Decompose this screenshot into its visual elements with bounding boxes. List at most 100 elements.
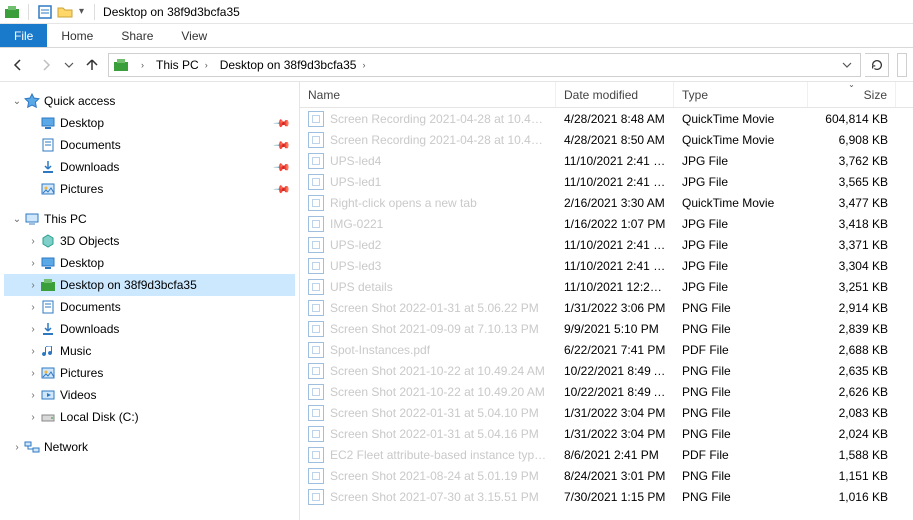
expand-icon[interactable]: ›: [26, 280, 40, 291]
cell-type: PDF File: [674, 343, 808, 357]
column-header-type[interactable]: Type: [674, 82, 808, 107]
file-row[interactable]: UPS-led111/10/2021 2:41 PMJPG File3,565 …: [300, 171, 913, 192]
cell-type: JPG File: [674, 259, 808, 273]
file-name: Screen Shot 2021-08-24 at 5.01.19 PM: [330, 469, 539, 483]
expand-icon[interactable]: ›: [26, 390, 40, 401]
nav-quick-access-item[interactable]: ›Pictures📌: [4, 178, 295, 200]
file-row[interactable]: Screen Shot 2021-08-24 at 5.01.19 PM8/24…: [300, 465, 913, 486]
search-box[interactable]: [897, 53, 907, 77]
file-row[interactable]: Screen Shot 2021-10-22 at 10.49.20 AM10/…: [300, 381, 913, 402]
nav-this-pc-item[interactable]: ›Documents: [4, 296, 295, 318]
qat-dropdown-icon[interactable]: ▾: [77, 6, 86, 17]
breadcrumb-this-pc[interactable]: This PC›: [152, 58, 212, 72]
file-name: Spot-Instances.pdf: [330, 343, 430, 357]
column-header-date[interactable]: Date modified: [556, 82, 674, 107]
file-row[interactable]: Screen Shot 2021-10-22 at 10.49.24 AM10/…: [300, 360, 913, 381]
file-name: Screen Shot 2021-09-09 at 7.10.13 PM: [330, 322, 539, 336]
tab-share[interactable]: Share: [107, 24, 167, 47]
file-row[interactable]: UPS details11/10/2021 12:21 ...JPG File3…: [300, 276, 913, 297]
file-row[interactable]: UPS-led411/10/2021 2:41 PMJPG File3,762 …: [300, 150, 913, 171]
pin-icon: 📌: [273, 180, 292, 199]
tab-home[interactable]: Home: [47, 24, 107, 47]
expand-icon[interactable]: ›: [26, 258, 40, 269]
file-row[interactable]: EC2 Fleet attribute-based instance type …: [300, 444, 913, 465]
folder-icon[interactable]: [57, 4, 73, 20]
expand-icon[interactable]: ›: [26, 368, 40, 379]
file-row[interactable]: Spot-Instances.pdf6/22/2021 7:41 PMPDF F…: [300, 339, 913, 360]
location-icon: [113, 57, 129, 73]
breadcrumb-current[interactable]: Desktop on 38f9d3bcfa35›: [216, 58, 370, 72]
tab-file[interactable]: File: [0, 24, 47, 47]
cell-type: QuickTime Movie: [674, 112, 808, 126]
nav-quick-access-item[interactable]: ›Desktop📌: [4, 112, 295, 134]
file-row[interactable]: IMG-02211/16/2022 1:07 PMJPG File3,418 K…: [300, 213, 913, 234]
file-icon: [308, 258, 324, 274]
column-header-size[interactable]: ⌄ Size: [808, 82, 896, 107]
expand-icon[interactable]: ›: [26, 346, 40, 357]
properties-icon[interactable]: [37, 4, 53, 20]
expand-icon[interactable]: ›: [26, 236, 40, 247]
nav-this-pc-item[interactable]: ›3D Objects: [4, 230, 295, 252]
nav-quick-access-item[interactable]: ›Documents📌: [4, 134, 295, 156]
file-row[interactable]: Screen Shot 2021-09-09 at 7.10.13 PM9/9/…: [300, 318, 913, 339]
nav-this-pc-item[interactable]: ›Pictures: [4, 362, 295, 384]
cell-type: JPG File: [674, 175, 808, 189]
file-row[interactable]: UPS-led311/10/2021 2:41 PMJPG File3,304 …: [300, 255, 913, 276]
nav-this-pc-item[interactable]: ›Local Disk (C:): [4, 406, 295, 428]
file-icon: [308, 279, 324, 295]
cell-size: 3,418 KB: [808, 217, 896, 231]
file-row[interactable]: Screen Shot 2021-07-30 at 3.15.51 PM7/30…: [300, 486, 913, 507]
file-row[interactable]: Right-click opens a new tab2/16/2021 3:3…: [300, 192, 913, 213]
file-row[interactable]: Screen Shot 2022-01-31 at 5.04.16 PM1/31…: [300, 423, 913, 444]
nav-this-pc-item[interactable]: ›Music: [4, 340, 295, 362]
recent-locations-dropdown[interactable]: [62, 53, 76, 77]
column-header-name[interactable]: Name: [300, 82, 556, 107]
cell-size: 2,635 KB: [808, 364, 896, 378]
cell-date: 11/10/2021 2:41 PM: [556, 154, 674, 168]
file-list-pane: Name Date modified Type ⌄ Size Screen Re…: [300, 82, 913, 520]
nav-this-pc[interactable]: ⌄ This PC: [4, 208, 295, 230]
cell-type: PDF File: [674, 448, 808, 462]
expand-icon[interactable]: ›: [26, 324, 40, 335]
breadcrumb-root[interactable]: ›: [133, 60, 148, 70]
file-icon: [308, 447, 324, 463]
nav-this-pc-item[interactable]: ›Desktop: [4, 252, 295, 274]
address-bar[interactable]: › This PC› Desktop on 38f9d3bcfa35›: [108, 53, 861, 77]
desktop-icon: [40, 255, 56, 271]
file-row[interactable]: Screen Recording 2021-04-28 at 10.44.05 …: [300, 108, 913, 129]
nav-this-pc-item[interactable]: ›Downloads: [4, 318, 295, 340]
cell-date: 11/10/2021 2:41 PM: [556, 175, 674, 189]
up-button[interactable]: [80, 53, 104, 77]
nav-quick-access-item[interactable]: ›Downloads📌: [4, 156, 295, 178]
navigation-pane[interactable]: ⌄ Quick access ›Desktop📌›Documents📌›Down…: [0, 82, 300, 520]
file-row[interactable]: Screen Recording 2021-04-28 at 10.49.51 …: [300, 129, 913, 150]
file-rows[interactable]: Screen Recording 2021-04-28 at 10.44.05 …: [300, 108, 913, 520]
cell-size: 3,565 KB: [808, 175, 896, 189]
address-dropdown-icon[interactable]: [838, 53, 856, 77]
refresh-button[interactable]: [865, 53, 889, 77]
collapse-icon[interactable]: ⌄: [10, 96, 24, 107]
forward-button[interactable]: [34, 53, 58, 77]
file-row[interactable]: Screen Shot 2022-01-31 at 5.06.22 PM1/31…: [300, 297, 913, 318]
nav-this-pc-item[interactable]: ›Videos: [4, 384, 295, 406]
file-icon: [308, 363, 324, 379]
cell-type: PNG File: [674, 322, 808, 336]
cell-size: 1,151 KB: [808, 469, 896, 483]
expand-icon[interactable]: ›: [10, 442, 24, 453]
file-name: Screen Shot 2021-10-22 at 10.49.20 AM: [330, 385, 545, 399]
collapse-icon[interactable]: ⌄: [10, 214, 24, 225]
file-row[interactable]: UPS-led211/10/2021 2:41 PMJPG File3,371 …: [300, 234, 913, 255]
tab-view[interactable]: View: [167, 24, 221, 47]
nav-quick-access[interactable]: ⌄ Quick access: [4, 90, 295, 112]
file-name: Screen Shot 2022-01-31 at 5.04.16 PM: [330, 427, 539, 441]
expand-icon[interactable]: ›: [26, 412, 40, 423]
expand-icon[interactable]: ›: [26, 302, 40, 313]
pin-icon: 📌: [273, 158, 292, 177]
cell-type: JPG File: [674, 154, 808, 168]
back-button[interactable]: [6, 53, 30, 77]
nav-network[interactable]: › Network: [4, 436, 295, 458]
file-name: UPS-led2: [330, 238, 381, 252]
nav-this-pc-item[interactable]: ›Desktop on 38f9d3bcfa35: [4, 274, 295, 296]
file-row[interactable]: Screen Shot 2022-01-31 at 5.04.10 PM1/31…: [300, 402, 913, 423]
videos-icon: [40, 387, 56, 403]
